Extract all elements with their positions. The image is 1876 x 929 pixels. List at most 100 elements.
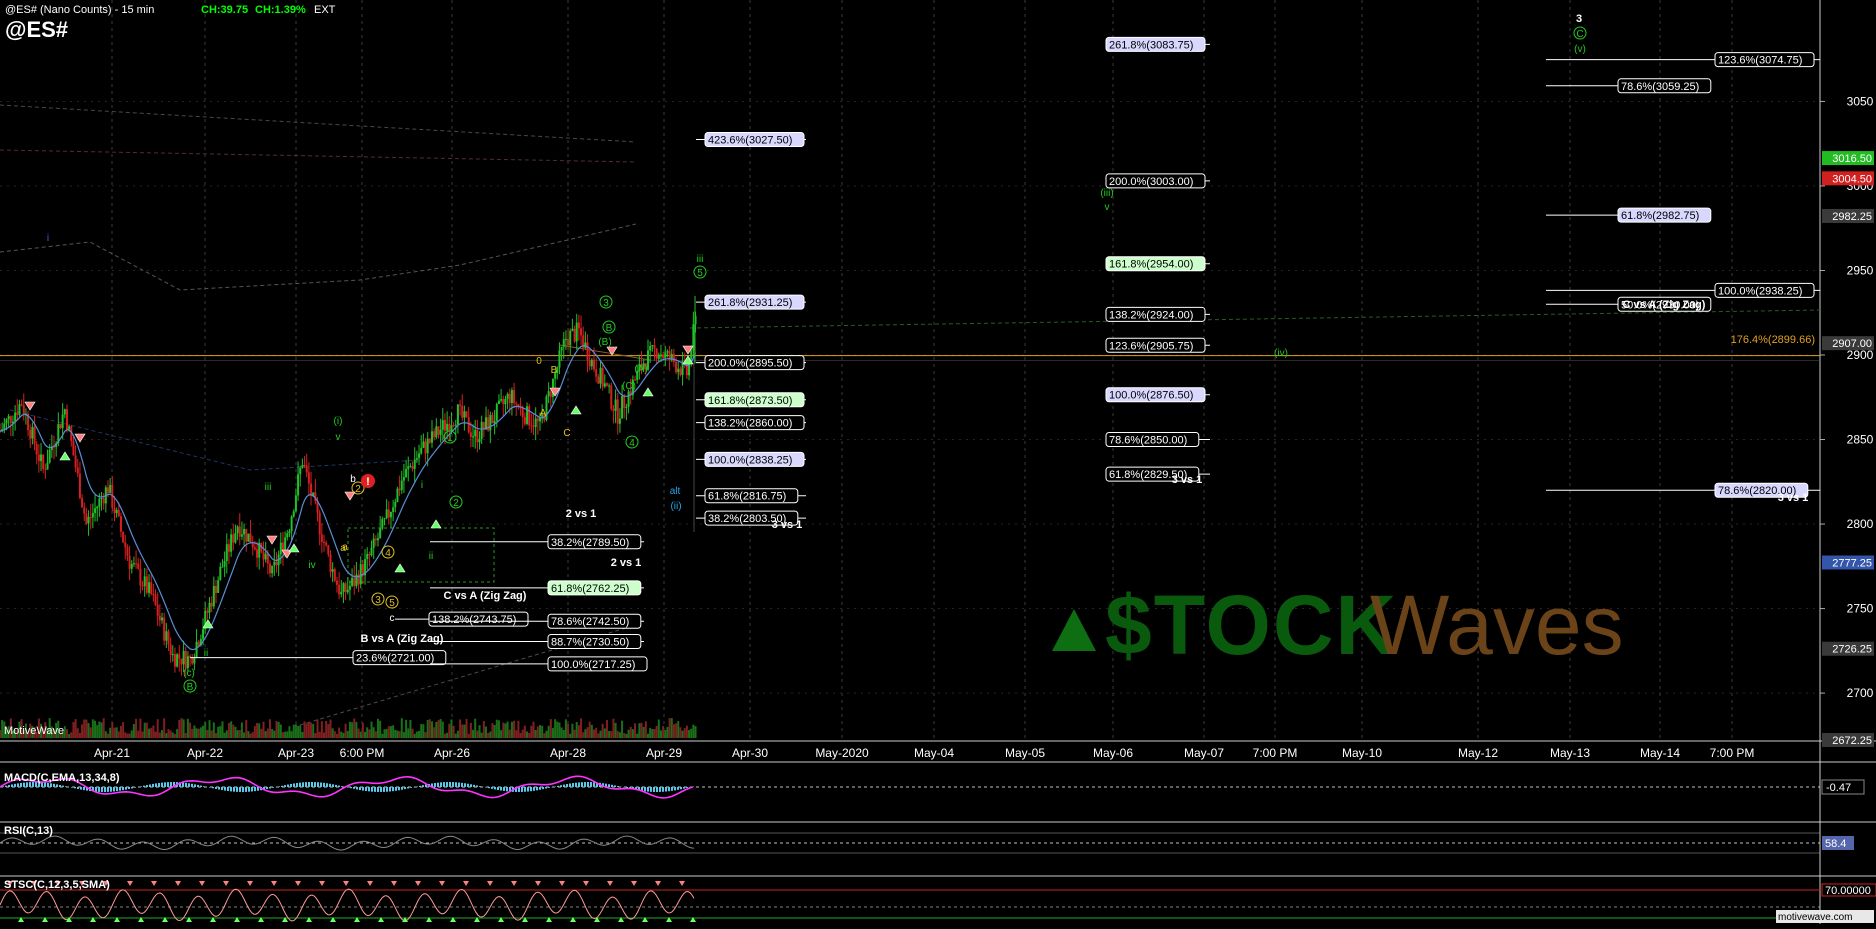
volume-bar [413, 733, 416, 738]
volume-bar [279, 724, 282, 738]
volume-bar [647, 733, 649, 738]
candle-body [495, 403, 498, 421]
candle-body [359, 564, 362, 585]
fib-label: 88.7%(2730.50) [551, 637, 629, 649]
volume-bar [688, 729, 691, 738]
volume-bar [232, 724, 235, 738]
candle-body [469, 432, 472, 437]
candle-body [109, 484, 112, 493]
x-tick-label: Apr-21 [94, 746, 130, 760]
volume-bar [111, 722, 114, 738]
volume-bar [692, 724, 695, 738]
stoch-marker-icon [223, 881, 229, 886]
wave-label: iii [265, 482, 272, 493]
volume-bar [154, 731, 157, 738]
candle-body [279, 542, 282, 555]
candle-body [426, 438, 429, 454]
volume-bar [364, 731, 367, 738]
candle-body [560, 346, 563, 351]
candle-body [219, 566, 222, 581]
volume-bar [366, 727, 369, 738]
wave-label: (c) [183, 668, 195, 679]
candle-body [78, 473, 81, 499]
volume-bar [644, 721, 647, 738]
candle-body [627, 391, 630, 407]
candle-body [659, 354, 662, 357]
candle-body [398, 488, 401, 491]
candle-body [467, 417, 470, 433]
fib-label: 138.2%(2743.75) [432, 614, 516, 626]
volume-bar [236, 730, 239, 738]
candle-body [446, 423, 449, 431]
volume-bar [176, 729, 179, 738]
candle-body [530, 425, 533, 427]
volume-bar [389, 726, 392, 738]
candle-body [573, 328, 576, 342]
volume-bar [526, 731, 529, 738]
volume-bar [370, 721, 373, 738]
volume-bar [65, 729, 68, 738]
volume-bar [251, 732, 254, 738]
candle-body [342, 583, 345, 592]
candle-body [616, 399, 619, 424]
candle-body [450, 425, 453, 431]
volume-bar [493, 725, 496, 738]
volume-bar [631, 729, 634, 738]
candle-body [452, 425, 455, 427]
candle-body [29, 429, 32, 439]
candle-body [225, 544, 228, 561]
volume-bar [472, 729, 475, 738]
volume-bar [435, 721, 438, 738]
volume-bar [76, 728, 79, 738]
candle-body [472, 436, 475, 438]
volume-bar [137, 730, 140, 738]
candle-body [102, 497, 105, 504]
volume-bar [441, 721, 444, 738]
volume-bar [323, 732, 325, 738]
volume-bar [243, 732, 246, 738]
x-tick-label: Apr-23 [278, 746, 314, 760]
y-tick-label: 3050 [1847, 94, 1874, 108]
volume-bar [636, 733, 639, 738]
candle-body [161, 617, 163, 621]
volume-bar [269, 719, 271, 738]
volume-bar [556, 721, 559, 738]
volume-bar [571, 723, 574, 738]
pivot-marker-icon [344, 491, 356, 501]
volume-bar [398, 731, 401, 738]
volume-bar [584, 729, 587, 738]
volume-bar [113, 727, 116, 738]
candle-body [649, 345, 652, 351]
wave-label: alt [670, 486, 681, 497]
volume-bar [580, 718, 583, 738]
volume-bar [504, 723, 507, 738]
pivot-marker-icon [74, 433, 86, 443]
candle-body [366, 554, 369, 560]
chart-canvas[interactable]: Apr-21 Apr-22 Apr-23 6:00 PM Apr-26 Apr-28 Apr… [0, 0, 1876, 925]
candle-body [184, 650, 187, 669]
stoch-marker-icon [655, 881, 661, 886]
logo-triangle-icon [1052, 609, 1096, 651]
x-tick-label: Apr-26 [434, 746, 470, 760]
x-tick-label: May-05 [1005, 746, 1045, 760]
annotation-text: 2 vs 1 [611, 557, 642, 569]
candle-body [126, 547, 129, 556]
candle-body [441, 420, 444, 430]
candle-body [593, 359, 595, 370]
volume-bar [558, 722, 561, 738]
stoch-marker-icon [679, 881, 685, 886]
candle-body [290, 516, 293, 532]
volume-bar [614, 722, 617, 738]
candle-body [292, 511, 295, 517]
indicator-panes[interactable]: -0.4758.470.0000030.0000 [0, 775, 1876, 925]
volume-bar [634, 723, 637, 738]
volume-bar [433, 727, 436, 738]
volume-bar [621, 720, 624, 738]
candle-body [262, 551, 265, 560]
fib-label: 161.8%(2954.00) [1109, 259, 1193, 271]
volume-bar [284, 731, 287, 738]
volume-bar [199, 727, 202, 738]
fib-levels[interactable]: 261.8%(3083.75) 423.6%(3027.50) 200.0%(300… [190, 36, 1820, 672]
volume-bar [340, 731, 343, 738]
volume-bar [273, 730, 276, 738]
